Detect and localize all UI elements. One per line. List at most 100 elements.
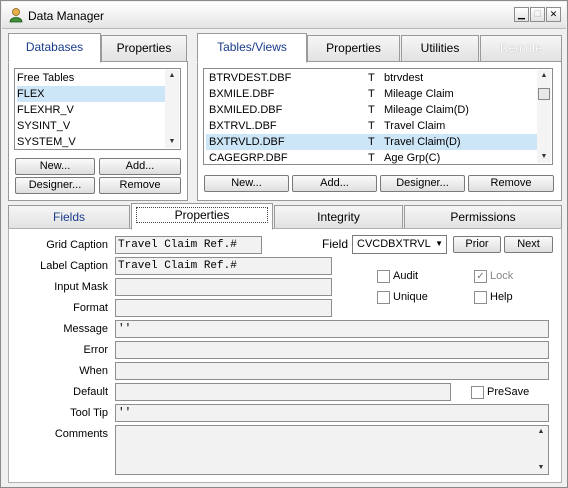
table-desc: Travel Claim(D) bbox=[384, 136, 461, 148]
tab-permissions-label: Permissions bbox=[450, 210, 516, 224]
table-desc: Mileage Claim bbox=[384, 88, 454, 100]
scroll-up-icon[interactable]: ▲ bbox=[165, 70, 179, 82]
scroll-thumb[interactable] bbox=[538, 88, 550, 100]
list-item[interactable]: SYSINT_V bbox=[17, 118, 165, 134]
db-add-button[interactable]: Add... bbox=[99, 158, 181, 175]
chevron-down-icon: ▼ bbox=[435, 239, 443, 248]
table-type: T bbox=[368, 72, 375, 84]
prior-button[interactable]: Prior bbox=[453, 236, 501, 253]
table-file: BXTRVL.DBF bbox=[209, 120, 277, 132]
scroll-down-icon[interactable]: ▼ bbox=[534, 462, 548, 474]
table-row[interactable]: BXMILE.DBF T Mileage Claim bbox=[206, 86, 537, 102]
table-type: T bbox=[368, 104, 375, 116]
label-caption-label: Label Caption bbox=[40, 260, 108, 272]
list-item[interactable]: FLEX bbox=[17, 86, 165, 102]
tab-integrity-label: Integrity bbox=[317, 210, 360, 224]
format-field[interactable] bbox=[115, 299, 332, 317]
tab-databases[interactable]: Databases bbox=[8, 33, 101, 63]
scroll-down-icon[interactable]: ▼ bbox=[165, 136, 179, 148]
input-mask-label: Input Mask bbox=[54, 281, 108, 293]
table-row[interactable]: BXTRVLD.DBF T Travel Claim(D) bbox=[206, 134, 537, 150]
table-new-button[interactable]: New... bbox=[204, 175, 289, 192]
tab-table-properties-label: Properties bbox=[326, 41, 381, 55]
tab-db-properties-label: Properties bbox=[116, 41, 172, 55]
audit-label: Audit bbox=[393, 270, 419, 282]
tab-integrity[interactable]: Integrity bbox=[274, 205, 403, 229]
tab-field-properties-label: Properties bbox=[135, 207, 269, 223]
db-new-button[interactable]: New... bbox=[15, 158, 95, 175]
maximize-button[interactable]: ☐ bbox=[530, 7, 545, 22]
scroll-down-icon[interactable]: ▼ bbox=[537, 151, 551, 163]
table-row[interactable]: BXMILED.DBF T Mileage Claim(D) bbox=[206, 102, 537, 118]
table-file: BXMILE.DBF bbox=[209, 88, 275, 100]
scroll-up-icon[interactable]: ▲ bbox=[534, 426, 548, 438]
presave-label: PreSave bbox=[487, 386, 530, 398]
default-field[interactable] bbox=[115, 383, 451, 401]
error-field[interactable] bbox=[115, 341, 549, 359]
close-button[interactable]: ✕ bbox=[546, 7, 561, 22]
format-label: Format bbox=[73, 302, 108, 314]
label-caption-field[interactable]: Travel Claim Ref.# bbox=[115, 257, 332, 275]
unique-label: Unique bbox=[393, 291, 428, 303]
message-label: Message bbox=[63, 323, 108, 335]
tooltip-label: Tool Tip bbox=[70, 407, 108, 419]
tab-tables-views[interactable]: Tables/Views bbox=[197, 33, 307, 63]
comments-label: Comments bbox=[54, 428, 108, 440]
next-button[interactable]: Next bbox=[504, 236, 553, 253]
tab-fields[interactable]: Fields bbox=[8, 205, 130, 229]
app-person-icon bbox=[8, 7, 24, 23]
default-label: Default bbox=[73, 386, 108, 398]
table-type: T bbox=[368, 88, 375, 100]
db-designer-button[interactable]: Designer... bbox=[15, 177, 95, 194]
table-file: BXMILED.DBF bbox=[209, 104, 283, 116]
message-field[interactable]: '' bbox=[115, 320, 549, 338]
tab-databases-label: Databases bbox=[25, 40, 84, 54]
table-type: T bbox=[368, 120, 375, 132]
table-remove-button[interactable]: Remove bbox=[468, 175, 554, 192]
table-file: BTRVDEST.DBF bbox=[209, 72, 292, 84]
field-select-value: CVCDBXTRVL bbox=[357, 238, 431, 250]
lock-checkbox[interactable]: ✓ bbox=[474, 270, 487, 283]
db-remove-button[interactable]: Remove bbox=[99, 177, 181, 194]
table-type: T bbox=[368, 152, 375, 164]
window-title: Data Manager bbox=[28, 9, 105, 23]
table-row[interactable]: CAGEGRP.DBF T Age Grp(C) bbox=[206, 150, 537, 164]
scroll-up-icon[interactable]: ▲ bbox=[537, 70, 551, 82]
minimize-button[interactable]: ▁ bbox=[514, 7, 529, 22]
tab-fields-label: Fields bbox=[52, 210, 85, 224]
presave-checkbox[interactable] bbox=[471, 386, 484, 399]
input-mask-field[interactable] bbox=[115, 278, 332, 296]
when-field[interactable] bbox=[115, 362, 549, 380]
tab-remote-label: Remote bbox=[499, 41, 543, 55]
tab-field-properties[interactable]: Properties bbox=[131, 203, 273, 230]
comments-field[interactable] bbox=[115, 425, 549, 475]
unique-checkbox[interactable] bbox=[377, 291, 390, 304]
field-select[interactable]: CVCDBXTRVL ▼ bbox=[352, 235, 447, 254]
table-row[interactable]: BTRVDEST.DBF T btrvdest bbox=[206, 70, 537, 86]
table-desc: Age Grp(C) bbox=[384, 152, 441, 164]
list-item[interactable]: SYSTEM_V bbox=[17, 134, 165, 149]
lock-label: Lock bbox=[490, 270, 514, 282]
table-row[interactable]: BXTRVL.DBF T Travel Claim bbox=[206, 118, 537, 134]
tab-db-properties[interactable]: Properties bbox=[101, 35, 187, 62]
table-add-button[interactable]: Add... bbox=[292, 175, 377, 192]
table-type: T bbox=[368, 136, 375, 148]
title-bar[interactable]: Data Manager ▁ ☐ ✕ bbox=[2, 2, 566, 29]
tab-table-properties[interactable]: Properties bbox=[307, 35, 400, 62]
list-item[interactable]: FLEXHR_V bbox=[17, 102, 165, 118]
tab-remote[interactable]: Remote bbox=[480, 35, 562, 62]
list-item[interactable]: Free Tables bbox=[17, 70, 165, 86]
audit-checkbox[interactable] bbox=[377, 270, 390, 283]
tab-utilities[interactable]: Utilities bbox=[401, 35, 479, 62]
table-designer-button[interactable]: Designer... bbox=[380, 175, 465, 192]
tooltip-field[interactable]: '' bbox=[115, 404, 549, 422]
tables-list[interactable]: BTRVDEST.DBF T btrvdest BXMILE.DBF T Mil… bbox=[203, 68, 553, 165]
help-checkbox[interactable] bbox=[474, 291, 487, 304]
comments-scrollbar[interactable]: ▲ ▼ bbox=[534, 426, 548, 474]
vertical-scrollbar[interactable]: ▲ ▼ bbox=[165, 70, 179, 148]
vertical-scrollbar[interactable]: ▲ ▼ bbox=[537, 70, 551, 163]
data-manager-window: Data Manager ▁ ☐ ✕ Databases Properties … bbox=[0, 0, 568, 488]
tab-permissions[interactable]: Permissions bbox=[404, 205, 562, 229]
grid-caption-field[interactable]: Travel Claim Ref.# bbox=[115, 236, 262, 254]
databases-list[interactable]: Free Tables FLEX FLEXHR_V SYSINT_V SYSTE… bbox=[14, 68, 181, 150]
